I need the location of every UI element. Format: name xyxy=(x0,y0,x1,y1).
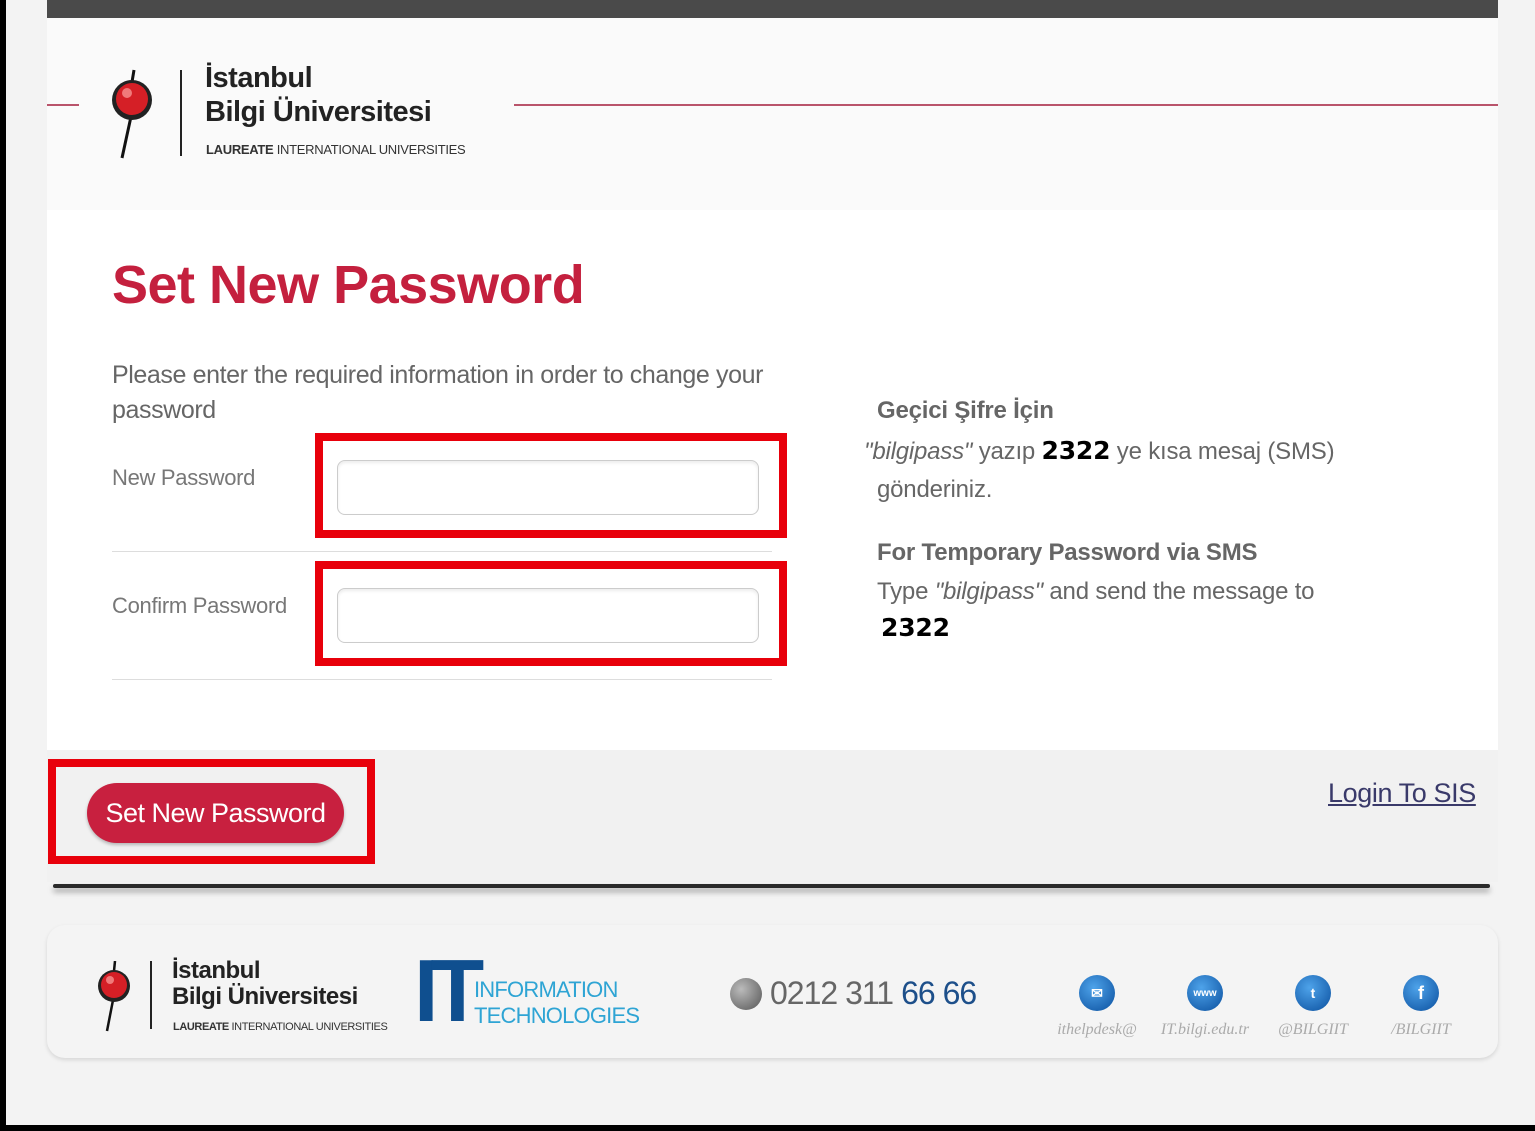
sms-text-tr: "bilgipass" yazıp 2322 ye kısa mesaj (SM… xyxy=(864,436,1335,466)
footer-logo-text-laureate: LAUREATE INTERNATIONAL UNIVERSITIES xyxy=(173,1021,388,1033)
new-password-label: New Password xyxy=(112,465,256,490)
phone-prefix: 0212 311 xyxy=(770,975,894,1011)
social-facebook[interactable]: f /BILGIIT xyxy=(1371,975,1471,1039)
row-divider xyxy=(112,551,772,552)
sms-number-tr: 2322 xyxy=(1041,436,1111,465)
it-logo-line1: INFORMATION xyxy=(474,977,618,1002)
phone-number[interactable]: 0212 311 66 66 xyxy=(730,975,977,1012)
footer-laureate-rest: INTERNATIONAL UNIVERSITIES xyxy=(228,1021,388,1033)
logo-text-laureate: LAUREATE INTERNATIONAL UNIVERSITIES xyxy=(206,142,466,157)
phone-icon xyxy=(730,977,762,1010)
confirm-password-input[interactable] xyxy=(337,588,759,643)
sms-heading-en: For Temporary Password via SMS xyxy=(877,539,1258,566)
set-new-password-button[interactable]: Set New Password xyxy=(87,783,344,843)
sms-text-en-part1: Type xyxy=(877,578,935,605)
www-icon: www xyxy=(1187,975,1223,1011)
sms-text-tr-part1: yazıp xyxy=(972,438,1042,465)
twitter-icon: t xyxy=(1295,975,1331,1011)
social-email[interactable]: ✉ ithelpdesk@ xyxy=(1047,975,1147,1039)
login-to-sis-link[interactable]: Login To SIS xyxy=(1328,778,1476,809)
university-logo[interactable]: İstanbul Bilgi Üniversitesi LAUREATE INT… xyxy=(108,60,508,170)
social-website[interactable]: www IT.bilgi.edu.tr xyxy=(1155,975,1255,1039)
confirm-password-label: Confirm Password xyxy=(112,593,287,618)
laureate-rest: INTERNATIONAL UNIVERSITIES xyxy=(273,142,466,157)
social-caption: /BILGIIT xyxy=(1391,1021,1451,1038)
header-rule-right xyxy=(514,104,1498,106)
sms-heading-tr: Geçici Şifre İçin xyxy=(877,397,1054,424)
mail-icon: ✉ xyxy=(1079,975,1115,1011)
social-caption: IT.bilgi.edu.tr xyxy=(1160,1021,1250,1038)
it-logo-line2: TECHNOLOGIES xyxy=(474,1003,640,1028)
footer-divider xyxy=(53,884,1490,888)
logo-text-bilgi: Bilgi Üniversitesi xyxy=(205,96,432,128)
row-divider xyxy=(112,679,772,680)
it-logo[interactable]: IT INFORMATION TECHNOLOGIES xyxy=(414,947,640,1035)
top-bar xyxy=(47,0,1498,18)
sms-keyword-en: "bilgipass" xyxy=(934,578,1043,605)
sms-number-en: 2322 xyxy=(881,613,950,643)
phone-suffix: 66 66 xyxy=(901,975,977,1011)
sms-number-en-value: 2322 xyxy=(881,613,950,642)
social-caption: ithelpdesk@ xyxy=(1057,1021,1137,1038)
logo-text-istanbul: İstanbul xyxy=(205,62,313,94)
it-logo-letters: IT xyxy=(414,941,484,1040)
footer-logo-text-istanbul: İstanbul xyxy=(172,957,261,984)
new-password-input[interactable] xyxy=(337,460,759,515)
footer-laureate-bold: LAUREATE xyxy=(173,1021,229,1033)
footer-university-logo[interactable]: İstanbul Bilgi Üniversitesi LAUREATE INT… xyxy=(95,955,395,1035)
sms-text-tr-line2: gönderiniz. xyxy=(877,476,993,503)
page-title: Set New Password xyxy=(112,255,585,315)
footer-pin-logo-icon xyxy=(98,961,130,1032)
pin-logo-icon xyxy=(112,69,152,159)
facebook-icon: f xyxy=(1403,975,1439,1011)
footer-logo-separator xyxy=(150,961,152,1029)
intro-text: Please enter the required information in… xyxy=(112,361,764,424)
social-twitter[interactable]: t @BILGIIT xyxy=(1263,975,1363,1039)
sms-text-en-part2: and send the message to xyxy=(1042,578,1315,605)
header-rule-left xyxy=(47,104,79,106)
social-caption: @BILGIIT xyxy=(1278,1021,1348,1038)
laureate-bold: LAUREATE xyxy=(206,142,274,157)
sms-text-tr-part2: ye kısa mesaj (SMS) xyxy=(1110,438,1335,465)
sms-text-en: Type "bilgipass" and send the message to xyxy=(877,578,1315,606)
footer-logo-text-bilgi: Bilgi Üniversitesi xyxy=(172,983,358,1010)
sms-keyword-tr: "bilgipass" xyxy=(864,438,973,465)
logo-separator xyxy=(180,70,182,156)
